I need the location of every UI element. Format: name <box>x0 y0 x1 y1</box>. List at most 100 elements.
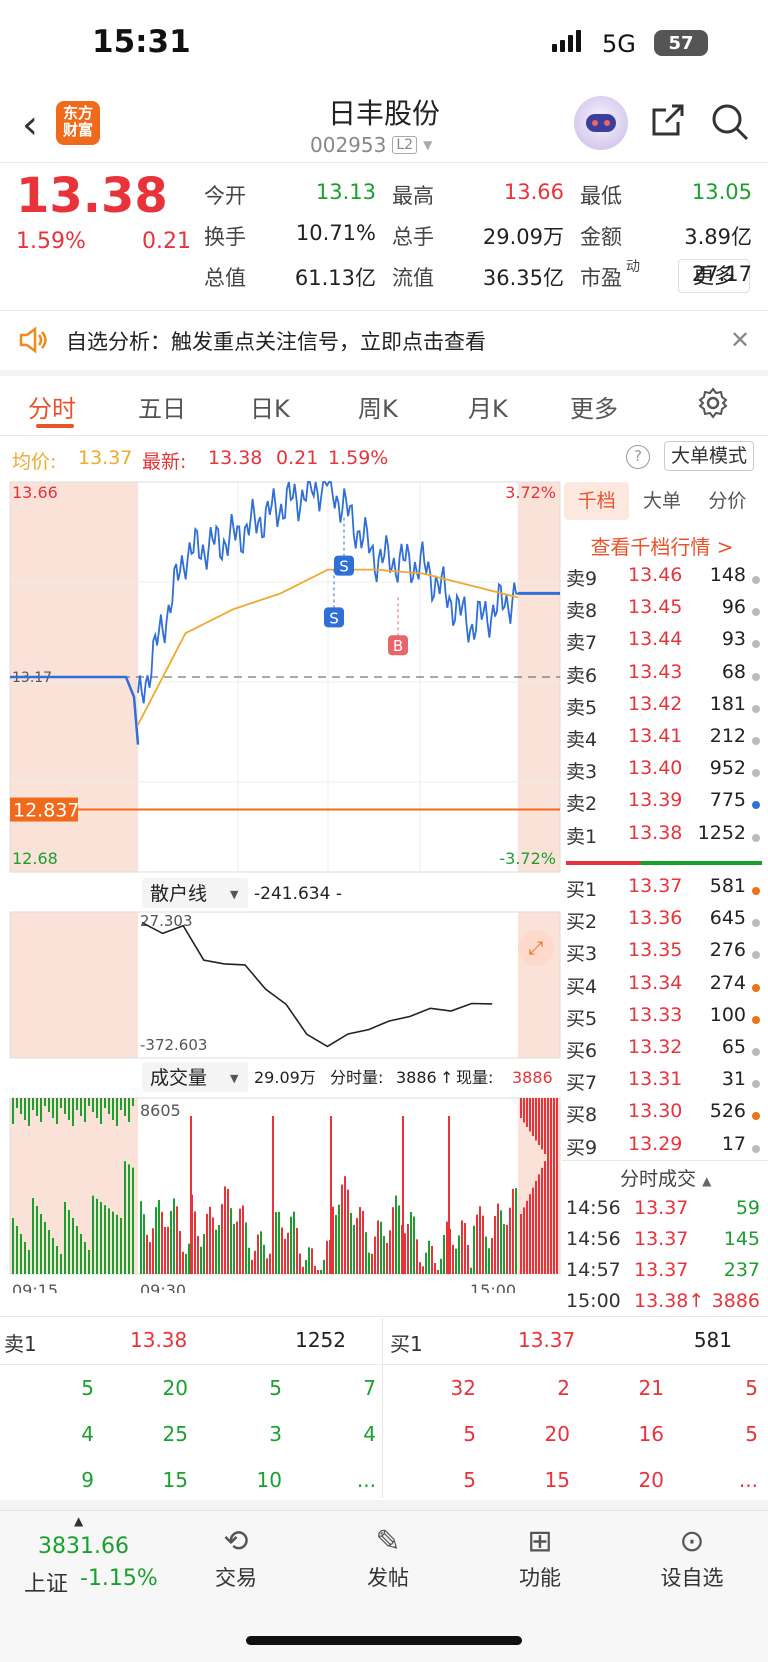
buys-row[interactable]: 买2 13.36 645 <box>566 907 762 939</box>
sells-row[interactable]: 卖4 13.41 212 <box>566 725 762 757</box>
sells-row[interactable]: 卖2 13.39 775 <box>566 789 762 821</box>
volume-bar <box>341 1184 343 1274</box>
trades-title[interactable]: 分时成交 ▲ <box>620 1164 711 1191</box>
volume-bar <box>16 1098 18 1108</box>
gear-icon[interactable] <box>696 386 730 420</box>
volume-bar <box>402 1116 404 1274</box>
tab-4[interactable]: 月K <box>468 389 508 424</box>
intraday-chart[interactable]: 12.83713.6613.1712.683.72%-3.72%SSB散户线 ▼ -… <box>0 478 562 1293</box>
quote-label: 总值 <box>204 266 246 290</box>
volume-bar <box>112 1098 114 1120</box>
volume-bar <box>338 1204 340 1274</box>
volume-bar <box>218 1225 220 1274</box>
volume-fen-label: 分时量: <box>330 1068 383 1087</box>
trade-button[interactable]: ⟲ 交易 <box>176 1522 296 1592</box>
volume-now-value: 3886 <box>512 1068 553 1087</box>
latest-label: 最新: <box>142 451 187 473</box>
sells-row[interactable]: 卖8 13.45 96 <box>566 596 762 628</box>
volume-bar <box>422 1266 424 1274</box>
post-button[interactable]: ✎ 发帖 <box>328 1522 448 1592</box>
volume-bar <box>100 1098 102 1124</box>
buys-row[interactable]: 买9 13.29 17 <box>566 1133 762 1165</box>
sells-row[interactable]: 卖1 13.38 1252 <box>566 822 762 854</box>
assistant-avatar[interactable] <box>574 96 628 150</box>
stock-code[interactable]: 002953 L2 ▼ <box>310 133 432 157</box>
buys-row[interactable]: 买8 13.30 526 <box>566 1100 762 1132</box>
function-label: 功能 <box>519 1566 561 1590</box>
book-dot <box>752 672 760 681</box>
volume-bar <box>541 1098 543 1150</box>
volume-bar <box>206 1213 208 1274</box>
tab-3[interactable]: 周K <box>358 389 398 424</box>
quote-label-sup: 动 <box>626 259 640 275</box>
volume-bar <box>335 1214 337 1274</box>
volume-bar <box>500 1210 502 1274</box>
chevron-up-icon: ▲ <box>74 1514 84 1528</box>
book-label: 卖9 <box>566 568 598 590</box>
buys-row[interactable]: 买1 13.37 581 <box>566 875 762 907</box>
book-volume: 274 <box>709 971 746 994</box>
quote-label: 金额 <box>580 225 622 249</box>
book-price: 13.42 <box>628 692 683 715</box>
book-label: 买2 <box>566 911 598 934</box>
sells-row[interactable]: 卖3 13.40 952 <box>566 757 762 789</box>
book-price: 13.44 <box>628 628 683 651</box>
book-label: 买7 <box>566 1072 598 1095</box>
book-label: 买1 <box>566 879 598 901</box>
trades-title-text: 分时成交 <box>620 1168 697 1190</box>
volume-bar <box>544 1161 546 1274</box>
volume-bar <box>120 1098 122 1110</box>
volume-bar <box>448 1116 450 1274</box>
volume-bar <box>60 1254 62 1274</box>
volume-bar <box>149 1242 151 1274</box>
orderbook-tab[interactable]: 大单 <box>629 482 694 520</box>
buys-row[interactable]: 买6 13.32 65 <box>566 1036 762 1068</box>
trade-volume: 237 <box>723 1259 760 1281</box>
book-dot <box>752 737 760 745</box>
tab-5[interactable]: 更多 <box>570 389 618 424</box>
volume-bar <box>24 1242 26 1274</box>
level-badge: L2 <box>392 136 418 154</box>
volume-bar <box>132 1098 134 1106</box>
depth-link[interactable]: 查看千档行情 > <box>564 531 760 560</box>
buy-queue-cell: 20 <box>544 1422 570 1446</box>
help-icon[interactable]: ? <box>626 445 650 469</box>
book-dot <box>752 704 760 713</box>
quote-label: 今开 <box>204 184 246 208</box>
tab-2[interactable]: 日K <box>250 389 290 424</box>
tab-0[interactable]: 分时 <box>28 389 76 424</box>
add-watchlist-button[interactable]: ⊙ 设自选 <box>632 1522 752 1592</box>
sells-row[interactable]: 卖6 13.43 68 <box>566 661 762 693</box>
volume-bar <box>200 1246 202 1274</box>
volume-bar <box>359 1207 361 1274</box>
index-value[interactable]: 3831.66 <box>38 1534 129 1559</box>
volume-bar <box>251 1259 253 1274</box>
buys-row[interactable]: 买3 13.35 276 <box>566 939 762 971</box>
share-icon[interactable] <box>650 102 686 138</box>
buys-row[interactable]: 买4 13.34 274 <box>566 972 762 1004</box>
notice-text[interactable]: 自选分析：触发重点关注信号，立即点击查看 <box>66 326 486 356</box>
current-price: 13.38 <box>16 168 168 224</box>
latest-change: 0.21 <box>276 447 319 469</box>
volume-bar <box>446 1221 448 1274</box>
orderbook-tab[interactable]: 千档 <box>564 482 630 520</box>
buy-queue-cell: ... <box>738 1468 758 1492</box>
close-icon[interactable]: ✕ <box>730 326 750 354</box>
post-market-zone <box>518 482 560 872</box>
volume-bar <box>284 1239 286 1274</box>
book-dot <box>752 1080 760 1089</box>
tab-1[interactable]: 五日 <box>138 389 186 424</box>
sells-row[interactable]: 卖7 13.44 93 <box>566 628 762 660</box>
orderbook-tab[interactable]: 分价 <box>695 482 760 520</box>
search-icon[interactable] <box>710 102 750 142</box>
volume-bar <box>76 1098 78 1110</box>
buys-row[interactable]: 买5 13.33 100 <box>566 1004 762 1036</box>
sells-row[interactable]: 卖9 13.46 148 <box>566 564 762 596</box>
buys-row[interactable]: 买7 13.31 31 <box>566 1068 762 1100</box>
divider <box>0 435 768 436</box>
sells-row[interactable]: 卖5 13.42 181 <box>566 693 762 725</box>
volume-bar <box>407 1223 409 1274</box>
big-order-mode-button[interactable]: 大单模式 <box>664 441 754 471</box>
function-button[interactable]: ⊞ 功能 <box>480 1522 600 1592</box>
volume-bar <box>553 1141 555 1274</box>
